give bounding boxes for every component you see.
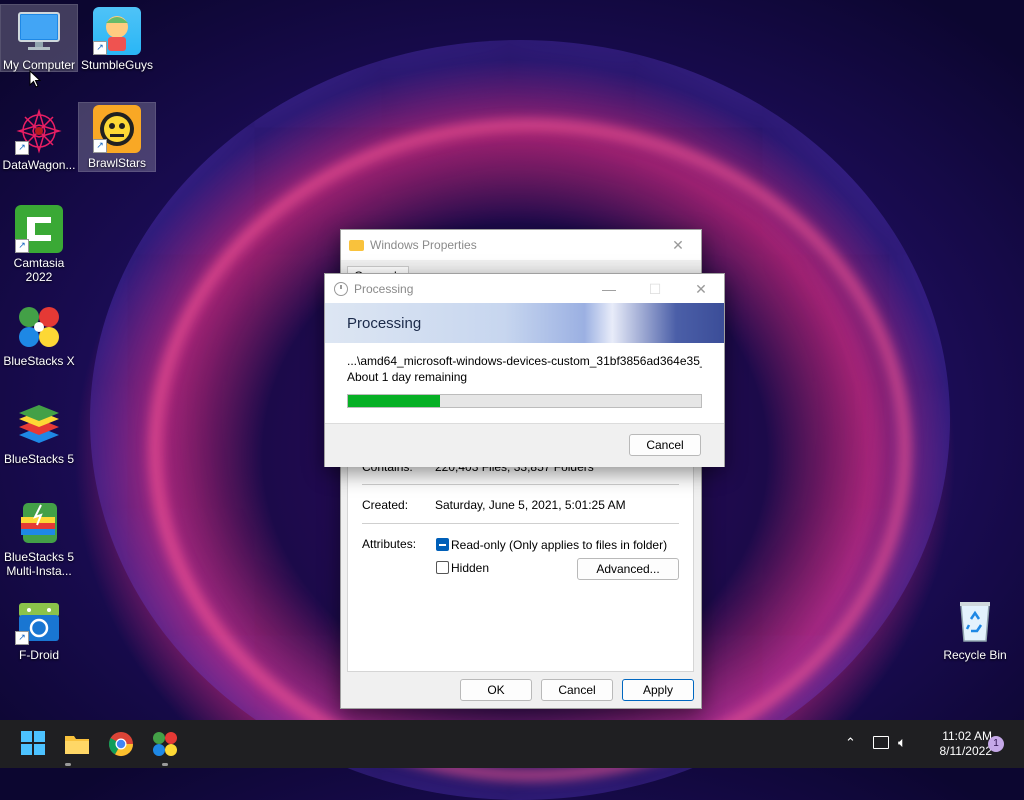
desktop-icon-bluestacks-5[interactable]: BlueStacks 5 bbox=[1, 399, 77, 466]
divider bbox=[362, 523, 679, 524]
show-hidden-icons-button[interactable]: ⌃ bbox=[845, 735, 856, 751]
bluestacks-x-taskbar-button[interactable] bbox=[151, 730, 179, 758]
desktop-icon-recycle-bin[interactable]: Recycle Bin bbox=[937, 595, 1013, 662]
hidden-label: Hidden bbox=[451, 561, 490, 575]
recycle-bin-icon bbox=[951, 597, 999, 645]
processing-cancel-button[interactable]: Cancel bbox=[629, 434, 701, 456]
desktop-icon-stumbleguys[interactable]: ↗ StumbleGuys bbox=[79, 5, 155, 72]
desktop-icon-datawagon[interactable]: ↗ DataWagon... bbox=[1, 105, 77, 172]
created-label: Created: bbox=[362, 498, 409, 512]
brawlstars-icon: ↗ bbox=[93, 105, 141, 153]
notification-count: 1 bbox=[993, 738, 999, 749]
bluestacks-5-icon bbox=[15, 401, 63, 449]
stumbleguys-icon: ↗ bbox=[93, 7, 141, 55]
datawagon-icon: ↗ bbox=[15, 107, 63, 155]
folder-icon bbox=[65, 736, 89, 754]
notification-badge[interactable]: 1 bbox=[988, 736, 1004, 752]
fdroid-icon: ↗ bbox=[15, 597, 63, 645]
time-remaining: About 1 day remaining bbox=[347, 370, 468, 384]
minimize-button[interactable]: — bbox=[586, 274, 632, 304]
processing-close-button[interactable]: ✕ bbox=[678, 274, 724, 304]
chrome-button[interactable] bbox=[107, 730, 135, 758]
windows-logo-icon bbox=[21, 731, 45, 755]
monitor-icon bbox=[15, 7, 63, 55]
divider bbox=[362, 484, 679, 485]
start-button[interactable] bbox=[20, 730, 48, 758]
bluestacks-x-icon bbox=[15, 303, 63, 351]
properties-close-button[interactable]: ✕ bbox=[655, 230, 701, 260]
running-indicator bbox=[162, 763, 168, 766]
clock-date: 8/11/2022 bbox=[939, 744, 993, 758]
processing-titlebar: Processing — ☐ ✕ bbox=[325, 274, 724, 303]
desktop-icon-camtasia[interactable]: ↗ Camtasia 2022 bbox=[1, 203, 77, 284]
apply-button[interactable]: Apply bbox=[622, 679, 694, 701]
clock-icon bbox=[334, 281, 348, 296]
cancel-button[interactable]: Cancel bbox=[541, 679, 613, 701]
volume-icon[interactable]: 🔈︎ bbox=[898, 734, 906, 751]
readonly-label: Read-only (Only applies to files in fold… bbox=[451, 538, 668, 552]
processing-header: Processing bbox=[347, 315, 422, 332]
bluestacks-multi-icon bbox=[15, 499, 63, 547]
clock-time: 11:02 AM bbox=[942, 729, 992, 743]
desktop-icon-brawlstars[interactable]: ↗ BrawlStars bbox=[78, 102, 156, 172]
network-icon[interactable] bbox=[873, 736, 889, 749]
clock[interactable]: 11:02 AM 8/11/2022 bbox=[918, 729, 993, 759]
created-value: Saturday, June 5, 2021, 5:01:25 AM bbox=[435, 498, 626, 512]
desktop-icon-bluestacks-multi[interactable]: BlueStacks 5 Multi-Insta... bbox=[1, 497, 77, 578]
progress-fill bbox=[348, 395, 440, 407]
file-explorer-button[interactable] bbox=[63, 730, 91, 758]
file-path: ...\amd64_microsoft-windows-devices-cust… bbox=[347, 354, 702, 368]
processing-banner: Processing bbox=[325, 303, 724, 343]
properties-titlebar: Windows Properties ✕ bbox=[341, 230, 701, 260]
processing-title: Processing bbox=[354, 281, 414, 296]
desktop-icon-bluestacks-x[interactable]: BlueStacks X bbox=[1, 301, 77, 368]
desktop-icon-fdroid[interactable]: ↗ F-Droid bbox=[1, 595, 77, 662]
ok-button[interactable]: OK bbox=[460, 679, 532, 701]
taskbar: ⌃ 🔈︎ 11:02 AM 8/11/2022 1 bbox=[0, 720, 1024, 768]
mouse-cursor bbox=[29, 69, 42, 91]
desktop-icon-my-computer[interactable]: My Computer bbox=[0, 4, 78, 72]
maximize-button[interactable]: ☐ bbox=[632, 274, 678, 304]
processing-window: Processing — ☐ ✕ Processing ...\amd64_mi… bbox=[324, 273, 725, 467]
camtasia-icon: ↗ bbox=[15, 205, 63, 253]
chrome-icon bbox=[108, 732, 133, 757]
folder-icon bbox=[349, 239, 364, 251]
readonly-checkbox[interactable] bbox=[436, 538, 449, 551]
attributes-label: Attributes: bbox=[362, 537, 417, 551]
properties-title: Windows Properties bbox=[370, 238, 477, 252]
running-indicator bbox=[65, 763, 71, 766]
advanced-button[interactable]: Advanced... bbox=[577, 558, 679, 580]
progress-bar bbox=[347, 394, 702, 408]
hidden-checkbox[interactable] bbox=[436, 561, 449, 574]
bluestacks-x-icon bbox=[153, 732, 177, 756]
